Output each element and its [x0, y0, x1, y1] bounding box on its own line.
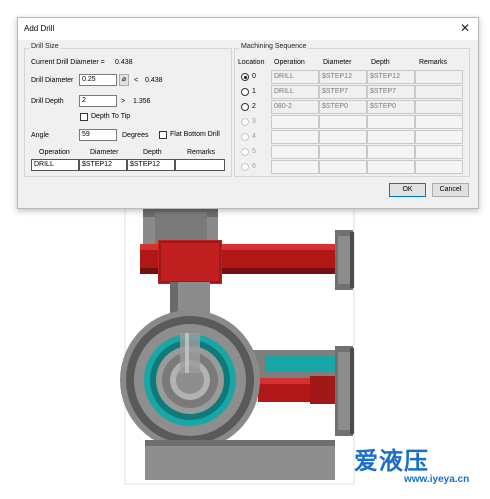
add-drill-dialog: Add Drill ✕ Drill Size Current Drill Dia…: [17, 17, 479, 209]
sequence-cell-remarks[interactable]: [415, 70, 463, 84]
op-table-header-diameter: Diameter: [90, 149, 119, 156]
sequence-cell-operation: [271, 160, 319, 174]
sequence-cell-diameter: [319, 145, 367, 159]
machining-sequence-group: Machining Sequence Location Operation Di…: [234, 43, 470, 177]
sequence-cell-depth: [367, 145, 415, 159]
location-label-6: 6: [252, 163, 256, 170]
location-radio-3: [241, 118, 249, 126]
sequence-cell-depth: [367, 115, 415, 129]
sequence-cell-remarks: [415, 160, 463, 174]
sequence-cell-remarks[interactable]: [415, 85, 463, 99]
diameter-limit-value: 0.438: [145, 77, 163, 84]
location-radio-1[interactable]: [241, 88, 249, 96]
depth-compare-sign: >: [121, 98, 126, 105]
sequence-cell-diameter[interactable]: $STEP7: [319, 85, 367, 99]
depth-to-tip-label: Depth To Tip: [91, 113, 131, 120]
diameter-compare-sign: <: [134, 77, 139, 84]
flat-bottom-label: Flat Bottom Drill: [170, 131, 220, 138]
sequence-cell-diameter[interactable]: $STEP0: [319, 100, 367, 114]
dialog-title: Add Drill: [24, 24, 55, 33]
seq-header-diameter: Diameter: [323, 59, 352, 66]
sequence-cell-operation[interactable]: 080-2: [271, 100, 319, 114]
drill-diameter-input[interactable]: 0.25: [79, 74, 117, 86]
sequence-cell-remarks: [415, 130, 463, 144]
sequence-cell-diameter: [319, 115, 367, 129]
sequence-cell-diameter: [319, 130, 367, 144]
cancel-button[interactable]: Cancel: [432, 183, 469, 197]
drill-size-group-title: Drill Size: [29, 43, 61, 50]
location-radio-0[interactable]: [241, 73, 249, 81]
angle-input[interactable]: 59: [79, 129, 117, 141]
location-label-4: 4: [252, 133, 256, 140]
location-radio-2[interactable]: [241, 103, 249, 111]
location-label-5: 5: [252, 148, 256, 155]
seq-header-location: Location: [238, 59, 265, 66]
sequence-cell-depth: [367, 130, 415, 144]
depth-to-tip-checkbox[interactable]: [80, 113, 88, 121]
sequence-cell-remarks[interactable]: [415, 100, 463, 114]
sequence-cell-operation: [271, 145, 319, 159]
location-label-3: 3: [252, 118, 256, 125]
location-radio-4: [241, 133, 249, 141]
location-radio-5: [241, 148, 249, 156]
machining-sequence-title: Machining Sequence: [239, 43, 309, 50]
current-diameter-value: 0.438: [115, 59, 133, 66]
angle-unit-label: Degrees: [122, 132, 149, 139]
seq-header-depth: Depth: [371, 59, 390, 66]
location-radio-6: [241, 163, 249, 171]
sequence-cell-depth[interactable]: $STEP12: [367, 70, 415, 84]
op-table-cell-operation[interactable]: DRILL: [31, 159, 79, 171]
op-table-header-depth: Depth: [143, 149, 162, 156]
op-table-cell-remarks[interactable]: [175, 159, 225, 171]
sequence-cell-depth[interactable]: $STEP7: [367, 85, 415, 99]
location-label-1: 1: [252, 88, 256, 95]
ok-button[interactable]: OK: [389, 183, 426, 197]
drill-depth-label: Drill Depth: [31, 98, 64, 105]
sequence-cell-operation: [271, 130, 319, 144]
drill-size-group: Drill Size Current Drill Diameter = 0.43…: [24, 43, 232, 177]
sequence-cell-operation[interactable]: DRILL: [271, 70, 319, 84]
close-icon[interactable]: ✕: [460, 21, 470, 35]
seq-header-operation: Operation: [274, 59, 305, 66]
seq-header-remarks: Remarks: [419, 59, 448, 66]
op-table-cell-depth[interactable]: $STEP12: [127, 159, 175, 171]
flat-bottom-checkbox[interactable]: [159, 131, 167, 139]
sequence-cell-diameter: [319, 160, 367, 174]
angle-label: Angle: [31, 132, 49, 139]
sequence-cell-operation[interactable]: DRILL: [271, 85, 319, 99]
sequence-cell-depth: [367, 160, 415, 174]
sequence-cell-diameter[interactable]: $STEP12: [319, 70, 367, 84]
watermark-url: www.iyeya.cn: [404, 474, 470, 485]
drill-depth-input[interactable]: 2: [79, 95, 117, 107]
depth-limit-value: 1.356: [133, 98, 151, 105]
op-table-cell-diameter[interactable]: $STEP12: [79, 159, 127, 171]
current-diameter-label: Current Drill Diameter =: [31, 59, 105, 66]
drill-diameter-label: Drill Diameter: [31, 77, 74, 84]
sequence-cell-remarks: [415, 145, 463, 159]
location-label-0: 0: [252, 73, 256, 80]
title-bar: Add Drill ✕: [18, 18, 478, 40]
op-table-header-operation: Operation: [39, 149, 70, 156]
op-table-header-remarks: Remarks: [187, 149, 216, 156]
diameter-lookup-button[interactable]: ⌀: [119, 74, 129, 86]
sequence-cell-operation: [271, 115, 319, 129]
location-label-2: 2: [252, 103, 256, 110]
sequence-cell-depth[interactable]: $STEP0: [367, 100, 415, 114]
sequence-cell-remarks: [415, 115, 463, 129]
watermark-logo-text: 爱液压: [354, 447, 429, 475]
